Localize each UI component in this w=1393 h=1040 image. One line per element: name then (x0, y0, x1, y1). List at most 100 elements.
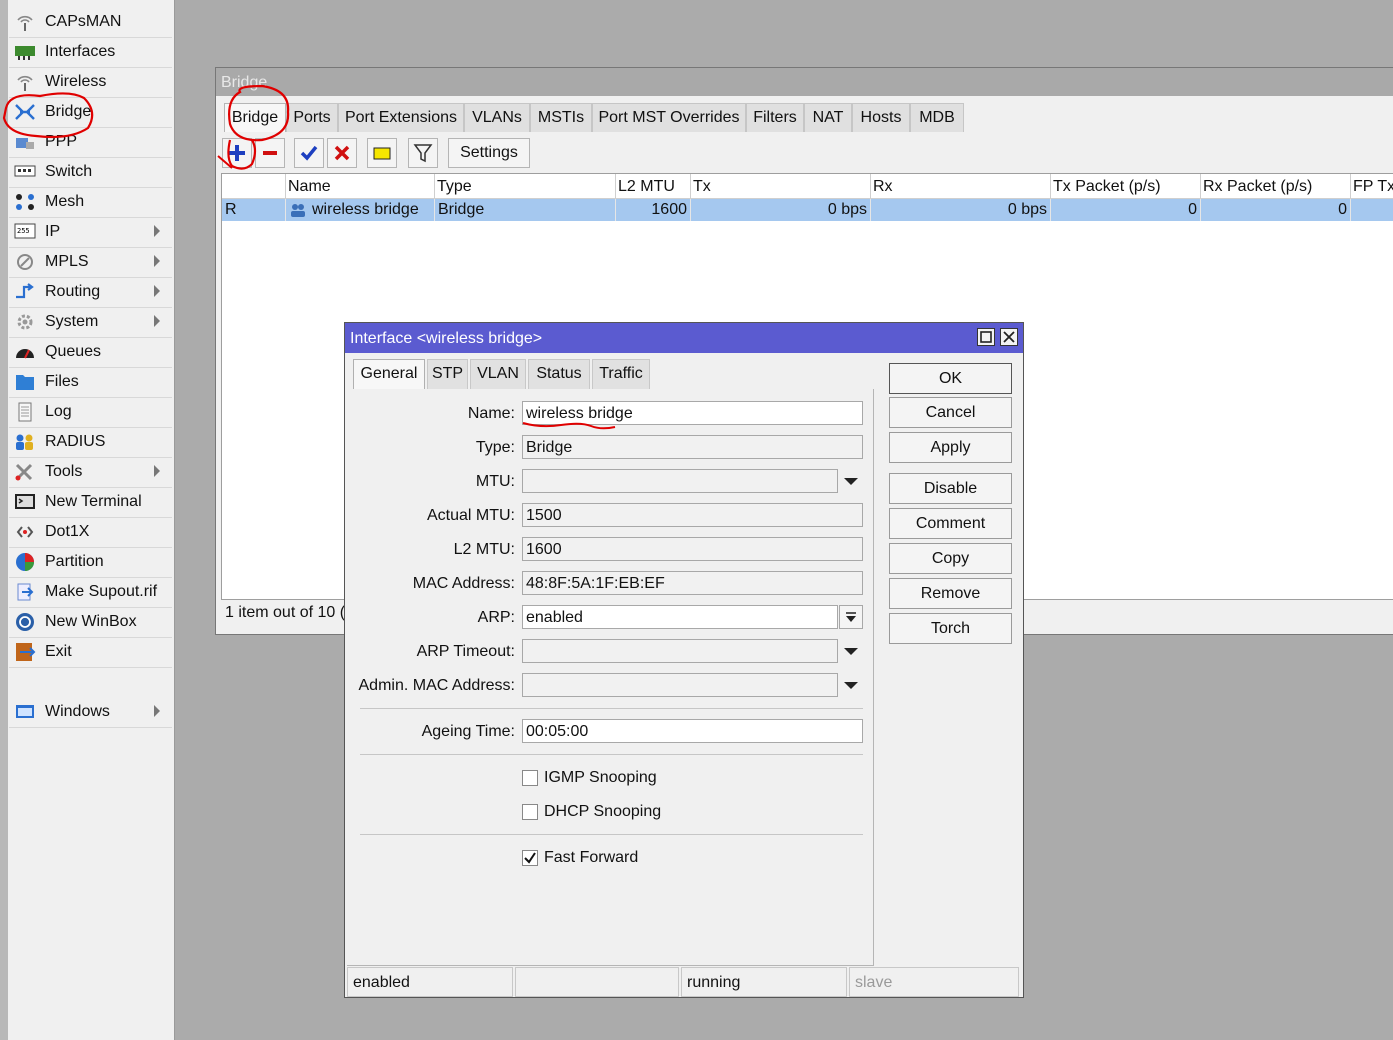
filter-button[interactable] (408, 138, 438, 168)
tab-vlans[interactable]: VLANs (464, 103, 530, 132)
button-label: OK (938, 370, 963, 387)
admin-mac-input[interactable] (522, 673, 838, 697)
comment-button[interactable]: Comment (889, 508, 1012, 539)
dhcp-snooping-checkbox[interactable] (522, 804, 538, 820)
cancel-button[interactable]: Cancel (889, 397, 1012, 428)
tab-mdb[interactable]: MDB (910, 103, 964, 132)
folder-icon (16, 375, 34, 390)
cross-icon (334, 145, 350, 161)
menu-item-interfaces[interactable]: Interfaces (9, 38, 172, 68)
column-header-l2mtu[interactable]: L2 MTU (616, 174, 691, 199)
tab-traffic[interactable]: Traffic (592, 359, 650, 389)
admin-mac-dropdown-arrow-icon[interactable] (844, 682, 858, 689)
arp-label: ARP: (477, 609, 515, 626)
menu-item-ip[interactable]: 255 IP (9, 218, 172, 248)
ok-button[interactable]: OK (889, 363, 1012, 394)
menu-item-wireless[interactable]: Wireless (9, 68, 172, 98)
ageing-time-input[interactable]: 00:05:00 (522, 719, 863, 743)
arp-timeout-dropdown-arrow-icon[interactable] (844, 648, 858, 655)
tab-filters[interactable]: Filters (746, 103, 804, 132)
tab-hosts[interactable]: Hosts (852, 103, 910, 132)
menu-item-make-supout[interactable]: Make Supout.rif (9, 578, 172, 608)
igmp-snooping-checkbox[interactable] (522, 770, 538, 786)
menu-label: Mesh (45, 193, 85, 210)
field-value: enabled (526, 609, 583, 626)
menu-item-routing[interactable]: Routing (9, 278, 172, 308)
arp-select[interactable]: enabled (522, 605, 838, 629)
menu-item-radius[interactable]: RADIUS (9, 428, 172, 458)
tab-bridge[interactable]: Bridge (224, 103, 286, 132)
copy-button[interactable]: Copy (889, 543, 1012, 574)
column-header-rx-packet[interactable]: Rx Packet (p/s) (1201, 174, 1351, 199)
tab-label: Traffic (599, 365, 643, 382)
menu-label: Log (45, 403, 72, 420)
tab-vlan[interactable]: VLAN (470, 359, 526, 389)
button-label: Torch (930, 620, 971, 637)
tab-mstis[interactable]: MSTIs (530, 103, 592, 132)
status-slave: slave (849, 967, 1019, 997)
arp-timeout-input[interactable] (522, 639, 838, 663)
menu-item-mesh[interactable]: Mesh (9, 188, 172, 218)
ppp-icon (16, 138, 34, 149)
menu-item-mpls[interactable]: MPLS (9, 248, 172, 278)
column-header-tx[interactable]: Tx (691, 174, 871, 199)
tools-icon (15, 463, 33, 481)
comment-button[interactable] (367, 138, 397, 168)
menu-label: System (45, 313, 99, 330)
fast-forward-checkbox[interactable] (522, 850, 538, 866)
column-header-tx-packet[interactable]: Tx Packet (p/s) (1051, 174, 1201, 199)
column-header-type[interactable]: Type (435, 174, 616, 199)
cell-fp-tx (1351, 199, 1393, 221)
column-header-fp-tx[interactable]: FP Tx (1351, 174, 1393, 199)
menu-item-log[interactable]: Log (9, 398, 172, 428)
disable-button[interactable] (327, 138, 357, 168)
status-text: running (687, 974, 741, 991)
maximize-button[interactable] (977, 328, 995, 346)
disable-button[interactable]: Disable (889, 473, 1012, 504)
field-value: 48:8F:5A:1F:EB:EF (526, 575, 665, 592)
column-header-flag[interactable] (222, 174, 286, 199)
menu-label: Routing (45, 283, 101, 300)
dialog-titlebar[interactable]: Interface <wireless bridge> (345, 323, 1023, 353)
status-text: slave (855, 974, 893, 991)
column-header-name[interactable]: Name (286, 174, 435, 199)
mtu-input[interactable] (522, 469, 838, 493)
menu-item-bridge[interactable]: Bridge (9, 98, 172, 128)
close-button[interactable] (1000, 328, 1018, 346)
tab-ports[interactable]: Ports (286, 103, 338, 132)
tab-nat[interactable]: NAT (804, 103, 852, 132)
remove-button[interactable] (255, 138, 285, 168)
torch-button[interactable]: Torch (889, 613, 1012, 644)
tab-general[interactable]: General (353, 359, 425, 389)
users-icon (16, 434, 33, 450)
table-row[interactable]: R wireless bridge Bridge 1600 0 bps 0 bp… (222, 199, 1393, 221)
menu-item-partition[interactable]: Partition (9, 548, 172, 578)
menu-item-switch[interactable]: Switch (9, 158, 172, 188)
apply-button[interactable]: Apply (889, 432, 1012, 463)
menu-item-dot1x[interactable]: Dot1X (9, 518, 172, 548)
remove-button[interactable]: Remove (889, 578, 1012, 609)
tab-port-extensions[interactable]: Port Extensions (338, 103, 464, 132)
menu-item-new-winbox[interactable]: New WinBox (9, 608, 172, 638)
menu-item-files[interactable]: Files (9, 368, 172, 398)
menu-item-tools[interactable]: Tools (9, 458, 172, 488)
menu-item-exit[interactable]: Exit (9, 638, 172, 668)
tab-label: MDB (919, 109, 955, 126)
mtu-label: MTU: (475, 473, 515, 490)
tab-stp[interactable]: STP (427, 359, 468, 389)
menu-item-capsman[interactable]: CAPsMAN (9, 8, 172, 38)
bridge-window-titlebar[interactable]: Bridge (216, 68, 1393, 96)
tab-status[interactable]: Status (528, 359, 590, 389)
menu-item-queues[interactable]: Queues (9, 338, 172, 368)
add-button[interactable] (222, 138, 252, 168)
column-header-rx[interactable]: Rx (871, 174, 1051, 199)
mtu-dropdown-arrow-icon[interactable] (844, 478, 858, 485)
menu-item-system[interactable]: System (9, 308, 172, 338)
arp-dropdown-button[interactable] (839, 605, 863, 629)
menu-item-new-terminal[interactable]: New Terminal (9, 488, 172, 518)
menu-item-ppp[interactable]: PPP (9, 128, 172, 158)
menu-item-windows[interactable]: Windows (9, 698, 172, 728)
settings-button[interactable]: Settings (448, 138, 530, 168)
enable-button[interactable] (294, 138, 324, 168)
tab-port-mst-overrides[interactable]: Port MST Overrides (592, 103, 746, 132)
